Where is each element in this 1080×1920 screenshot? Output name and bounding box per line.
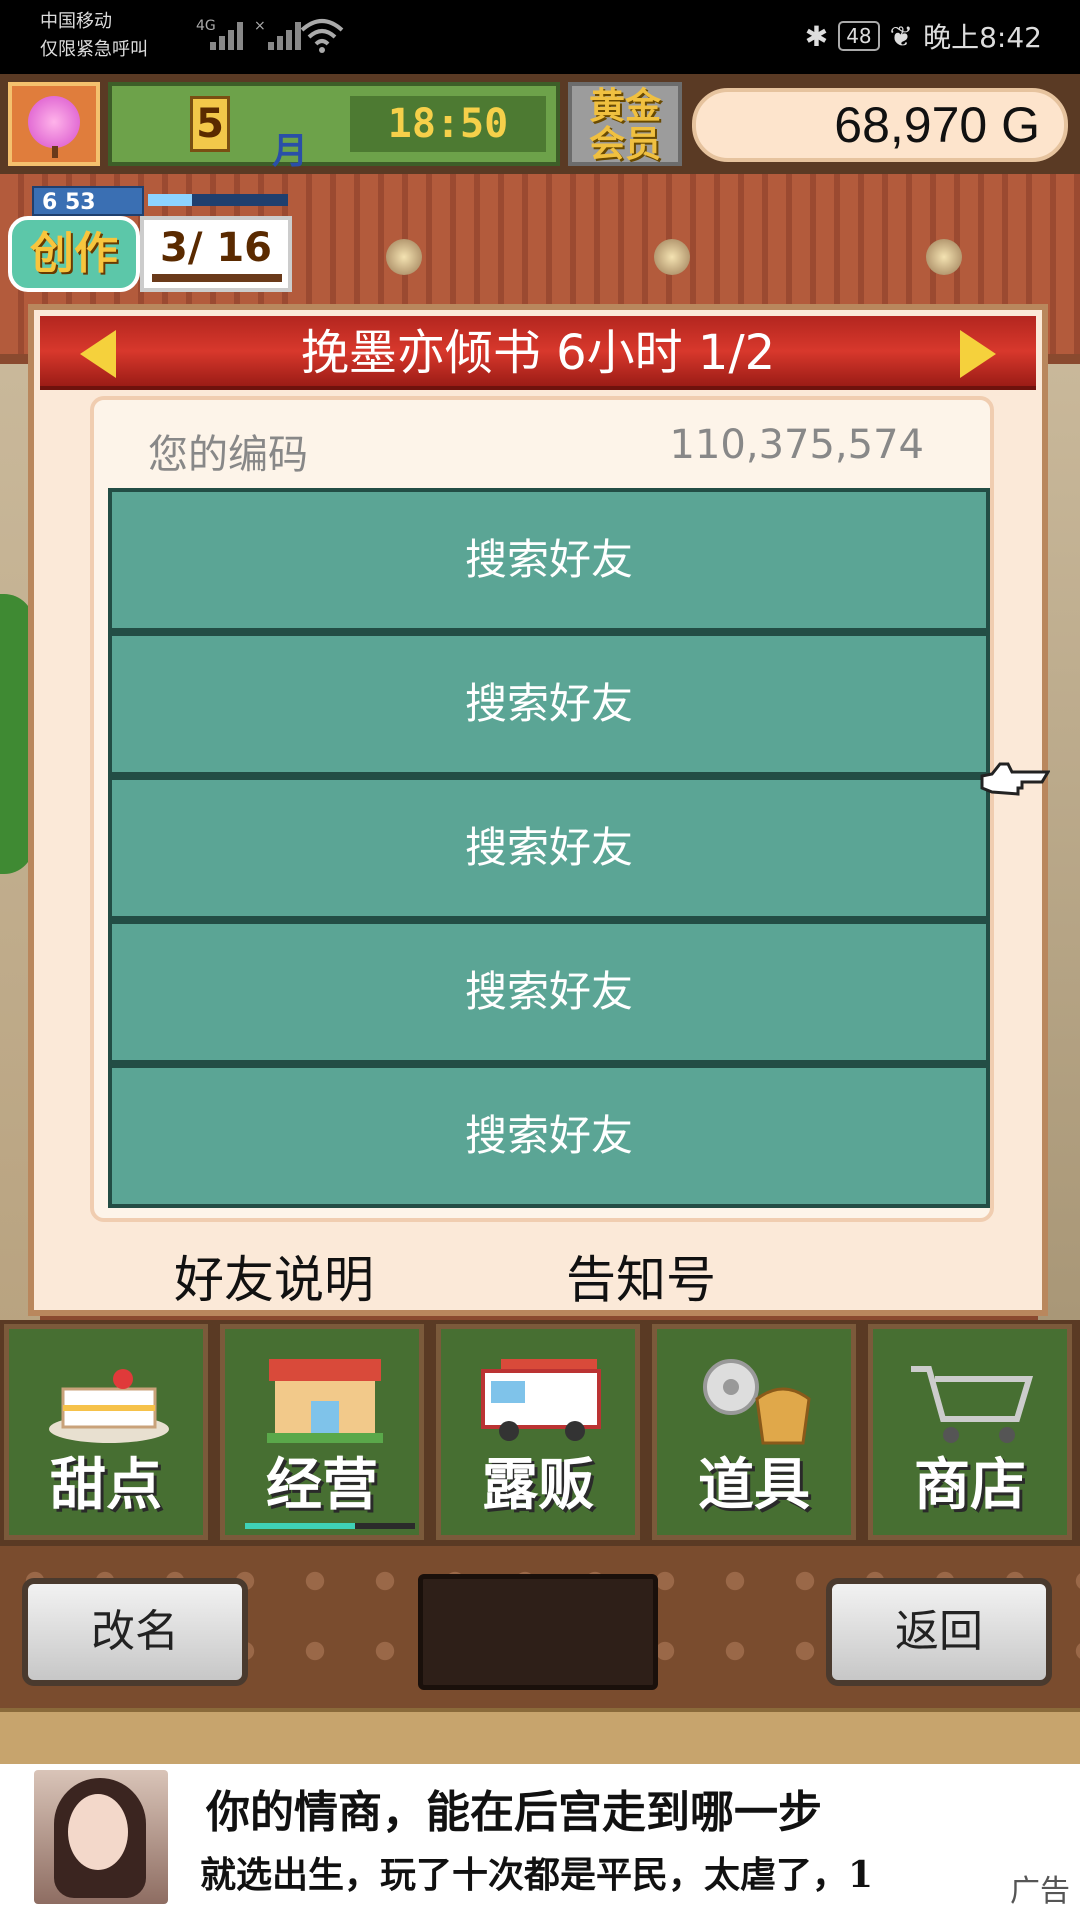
gear-and-bag-icon <box>703 1359 811 1445</box>
status-bar: 中国移动 仅限紧急呼叫 4G × ✱ 48 ❦ 晚上8:42 <box>0 0 1080 74</box>
friend-help-button[interactable]: 好友说明 <box>174 1240 374 1312</box>
next-arrow-icon[interactable] <box>960 330 996 378</box>
shopping-cart-icon <box>911 1366 1034 1443</box>
menu-store-label: 商店 <box>914 1453 1026 1518</box>
search-friend-button[interactable]: 搜索好友 <box>108 632 990 776</box>
counter-shelf <box>0 1708 1080 1764</box>
clock: 晚上8:42 <box>923 21 1042 54</box>
shop-building-icon <box>267 1359 383 1443</box>
menu-stall-label: 露贩 <box>482 1453 594 1518</box>
search-friend-button[interactable]: 搜索好友 <box>108 488 990 632</box>
search-friend-button[interactable]: 搜索好友 <box>108 776 990 920</box>
carrier-name: 中国移动 <box>40 11 112 32</box>
dialog-title: 挽墨亦倾书 6小时 1/2 <box>300 325 776 381</box>
cell-signal-icon: 4G <box>196 18 246 54</box>
gold-member-badge[interactable]: 黄金会员 <box>568 82 682 166</box>
food-truck-icon <box>481 1359 601 1441</box>
main-menu: 甜点 经营 露贩 道具 商店 <box>0 1320 1080 1546</box>
top-hud: 5 月 18:50 黄金会员 68,970 G <box>0 74 1080 174</box>
leaf-icon: ❦ <box>889 19 914 53</box>
selected-indicator <box>245 1523 415 1529</box>
rename-button[interactable]: 改名 <box>22 1578 248 1686</box>
cake-icon <box>49 1369 169 1443</box>
battery-icon: 48 <box>838 21 880 51</box>
back-button[interactable]: 返回 <box>826 1578 1052 1686</box>
ad-headline: 你的情商，能在后宫走到哪一步 <box>206 1787 822 1838</box>
carrier-info: 中国移动 仅限紧急呼叫 <box>40 8 148 64</box>
game-screen: 5 月 18:50 黄金会员 68,970 G 6 53 创作 3/ 16 挽墨… <box>0 74 1080 1764</box>
lamp-icon <box>386 239 422 275</box>
menu-manage[interactable]: 经营 <box>220 1324 424 1540</box>
status-right: ✱ 48 ❦ 晚上8:42 <box>805 14 1042 58</box>
code-value: 110,375,574 <box>669 422 924 468</box>
pointing-hand-icon <box>980 762 1050 796</box>
create-level: 6 53 <box>32 186 144 216</box>
ad-thumbnail <box>34 1770 168 1904</box>
menu-stall[interactable]: 露贩 <box>436 1324 640 1540</box>
notice-id-button[interactable]: 告知号 <box>566 1240 716 1312</box>
create-count-text: 3/ 16 <box>159 225 273 271</box>
friend-slot-list: 搜索好友 搜索好友 搜索好友 搜索好友 搜索好友 <box>108 488 990 1208</box>
month-label: 月 <box>272 131 309 172</box>
lamp-icon <box>926 239 962 275</box>
wifi-icon <box>300 19 344 53</box>
search-friend-button[interactable]: 搜索好友 <box>108 1064 990 1208</box>
code-label: 您的编码 <box>148 432 308 478</box>
month-number: 5 <box>190 96 230 152</box>
ad-banner[interactable]: 你的情商，能在后宫走到哪一步 就选出生，玩了十次都是平民，太虐了，1 广告 <box>0 1764 1080 1920</box>
menu-dessert-label: 甜点 <box>50 1453 162 1518</box>
friends-panel: 您的编码 110,375,574 搜索好友 搜索好友 搜索好友 搜索好友 搜索好… <box>90 396 994 1222</box>
search-friend-button[interactable]: 搜索好友 <box>108 920 990 1064</box>
money-display: 68,970 G <box>692 88 1068 162</box>
create-tag: 创作 <box>8 216 140 292</box>
cell-signal-2-icon: × <box>254 18 304 54</box>
bluetooth-icon: ✱ <box>804 19 829 53</box>
create-count: 3/ 16 <box>140 216 292 292</box>
dialog-header: 挽墨亦倾书 6小时 1/2 <box>40 316 1036 390</box>
menu-manage-label: 经营 <box>266 1453 378 1518</box>
menu-dessert[interactable]: 甜点 <box>4 1324 208 1540</box>
dialog-footer: 好友说明 告知号 <box>34 1230 1042 1316</box>
menu-items-label: 道具 <box>698 1453 810 1518</box>
date-display: 5 月 18:50 <box>108 82 560 172</box>
lamp-icon <box>654 239 690 275</box>
ad-subline: 就选出生，玩了十次都是平民，太虐了，1 <box>200 1854 874 1896</box>
emergency-only: 仅限紧急呼叫 <box>40 39 148 60</box>
menu-store[interactable]: 商店 <box>868 1324 1072 1540</box>
create-status[interactable]: 6 53 创作 3/ 16 <box>8 186 292 296</box>
create-progress-bar <box>148 194 288 206</box>
bottom-bar: 改名 返回 <box>0 1546 1080 1764</box>
game-clock: 18:50 <box>350 96 546 152</box>
preview-screen <box>418 1574 658 1690</box>
friends-dialog: 挽墨亦倾书 6小时 1/2 您的编码 110,375,574 搜索好友 搜索好友… <box>28 304 1050 1316</box>
menu-items[interactable]: 道具 <box>652 1324 856 1540</box>
ad-label: 广告 <box>1010 1874 1070 1909</box>
shop-avatar-icon[interactable] <box>8 82 100 166</box>
